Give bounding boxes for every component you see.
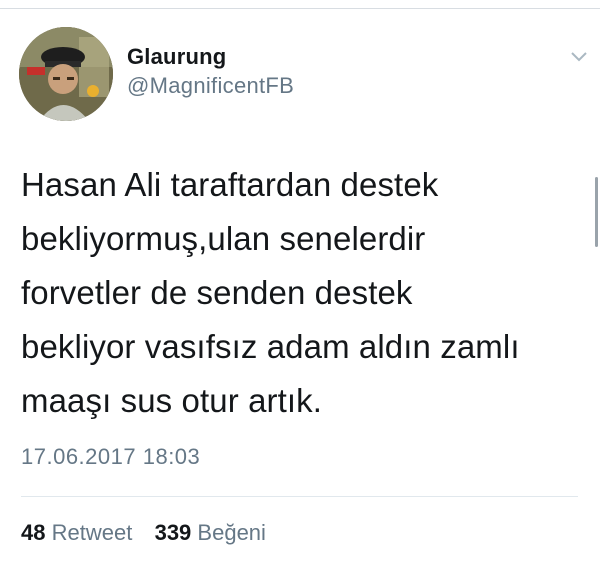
- tweet-timestamp[interactable]: 17.06.2017 18:03: [21, 444, 200, 470]
- chevron-down-icon[interactable]: [569, 49, 589, 63]
- tweet-text: Hasan Ali taraftardan destek bekliyormuş…: [21, 158, 581, 428]
- like-stat[interactable]: 339 Beğeni: [155, 520, 266, 545]
- tweet-text-line: bekliyor vasıfsız adam aldın zamlı: [21, 328, 520, 365]
- top-divider: [0, 8, 600, 9]
- tweet-text-line: bekliyormuş,ulan senelerdir: [21, 220, 426, 257]
- retweet-count: 48: [21, 520, 46, 545]
- tweet-header: Glaurung @MagnificentFB: [19, 27, 589, 127]
- scrollbar-thumb[interactable]: [595, 177, 598, 247]
- scrollbar[interactable]: [592, 12, 600, 552]
- retweet-label: Retweet: [51, 520, 133, 545]
- tweet-text-line: forvetler de senden destek: [21, 274, 413, 311]
- user-block: Glaurung @MagnificentFB: [127, 43, 294, 101]
- retweet-stat[interactable]: 48 Retweet: [21, 520, 138, 545]
- tweet-text-line: Hasan Ali taraftardan destek: [21, 166, 439, 203]
- avatar-image: [19, 27, 113, 121]
- user-handle[interactable]: @MagnificentFB: [127, 71, 294, 101]
- tweet-stats: 48 Retweet 339 Beğeni: [21, 519, 266, 547]
- display-name[interactable]: Glaurung: [127, 43, 294, 71]
- stats-divider: [21, 496, 578, 497]
- avatar[interactable]: [19, 27, 113, 121]
- tweet-text-line: maaşı sus otur artık.: [21, 382, 323, 419]
- like-label: Beğeni: [197, 520, 266, 545]
- like-count: 339: [154, 520, 192, 545]
